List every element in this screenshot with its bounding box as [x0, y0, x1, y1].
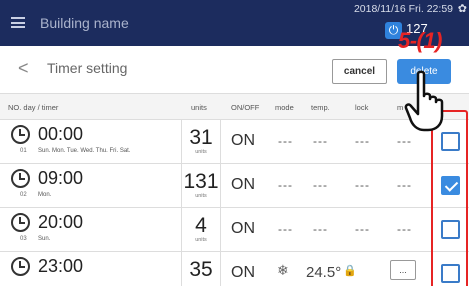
onoff-value: ON [231, 220, 255, 237]
step-annotation: 5-(1) [398, 28, 442, 53]
lock-value: --- [355, 134, 370, 148]
clock-icon [11, 257, 30, 276]
units-cell: 31 units [181, 120, 221, 164]
units-cell: 131 units [181, 164, 221, 208]
menu-icon[interactable] [11, 17, 25, 28]
units-label: units [195, 149, 207, 155]
row-number: 02 [20, 192, 27, 198]
units-count: 131 [183, 170, 219, 193]
building-name[interactable]: Building name [40, 15, 129, 31]
snowflake-icon: ❄ [277, 262, 289, 278]
col-lock: lock [355, 103, 369, 112]
highlight-box [431, 110, 468, 286]
more-button[interactable]: ... [390, 260, 416, 280]
extra-value: --- [397, 134, 412, 148]
extra-value: --- [397, 178, 412, 192]
temp-value: 24.5° [306, 264, 342, 281]
col-units: units [191, 103, 207, 112]
units-label: units [195, 237, 207, 243]
onoff-value: ON [231, 132, 255, 149]
timer-time: 20:00 [38, 212, 84, 232]
datetime: 2018/11/16 Fri. 22:59 [353, 3, 453, 15]
temp-value: --- [313, 134, 328, 148]
col-more: m [397, 103, 404, 112]
units-count: 35 [189, 258, 213, 281]
timer-time: 00:00 [38, 124, 84, 144]
table-row[interactable]: 20:00 03 Sun. 4 units ON --- --- --- --- [0, 208, 469, 252]
col-temp: temp. [311, 103, 330, 112]
clock-icon [11, 169, 30, 188]
table-row[interactable]: 09:00 02 Mon. 131 units ON --- --- --- -… [0, 164, 469, 208]
col-onoff: ON/OFF [231, 103, 260, 112]
extra-value: --- [397, 222, 412, 236]
temp-value: --- [313, 222, 328, 236]
page-title: Timer setting [47, 60, 128, 76]
units-count: 4 [195, 214, 207, 237]
table-row[interactable]: 00:00 01 Sun. Mon. Tue. Wed. Thu. Fri. S… [0, 120, 469, 164]
gear-icon[interactable]: ✿ [458, 2, 467, 15]
lock-value: --- [355, 222, 370, 236]
mode-value: --- [278, 222, 293, 236]
table-row[interactable]: 23:00 35 ON ❄ 24.5° 🔒 ... [0, 252, 469, 286]
units-label: units [195, 193, 207, 199]
clock-icon [11, 213, 30, 232]
timer-days: Sun. Mon. Tue. Wed. Thu. Fri. Sat. [38, 148, 131, 154]
cancel-button[interactable]: cancel [332, 59, 387, 84]
lock-icon: 🔒 [343, 265, 357, 277]
row-number: 03 [20, 236, 27, 242]
onoff-value: ON [231, 176, 255, 193]
timer-time: 23:00 [38, 256, 84, 276]
col-mode: mode [275, 103, 294, 112]
mode-value: --- [278, 178, 293, 192]
column-header: NO. day / timer units ON/OFF mode temp. … [0, 94, 469, 120]
units-cell: 4 units [181, 208, 221, 252]
back-chevron-icon[interactable]: < [18, 58, 29, 79]
lock-value: --- [355, 178, 370, 192]
temp-value: --- [313, 178, 328, 192]
units-count: 31 [189, 126, 213, 149]
timer-time: 09:00 [38, 168, 84, 188]
onoff-value: ON [231, 264, 255, 281]
timer-days: Sun. [38, 236, 51, 242]
mode-value: --- [278, 134, 293, 148]
clock-icon [11, 125, 30, 144]
timer-days: Mon. [38, 192, 52, 198]
row-number: 01 [20, 148, 27, 154]
col-no-timer: NO. day / timer [8, 103, 59, 112]
units-cell: 35 [181, 252, 221, 286]
pointing-hand-icon [404, 70, 444, 132]
